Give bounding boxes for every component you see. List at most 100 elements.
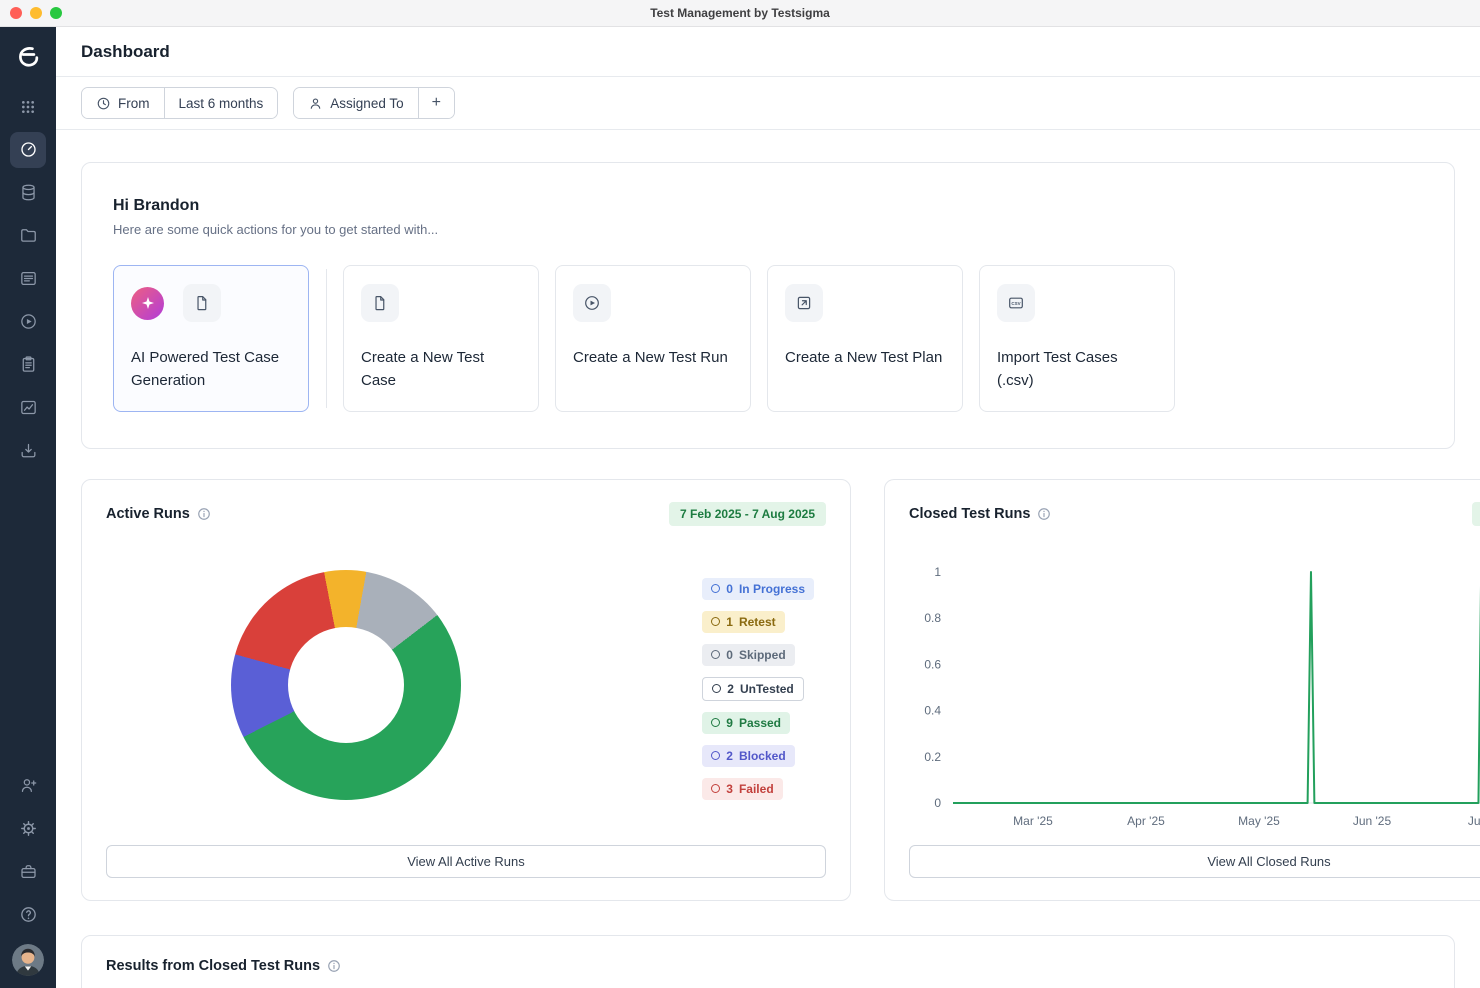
- testsigma-logo-icon[interactable]: [8, 37, 48, 77]
- closed-runs-header: Closed Test Runs 7 Feb 2025 - 7 Aug 2025: [909, 502, 1480, 526]
- legend-untested[interactable]: 2UnTested: [702, 677, 803, 701]
- legend-text: Skipped: [739, 648, 786, 662]
- legend-retest[interactable]: 1Retest: [702, 611, 784, 633]
- window-controls: [10, 7, 62, 19]
- info-icon[interactable]: [327, 959, 341, 973]
- legend-count: 0: [726, 648, 733, 662]
- closed-runs-panel: Closed Test Runs 7 Feb 2025 - 7 Aug 2025…: [884, 479, 1480, 901]
- svg-text:0.8: 0.8: [924, 611, 941, 625]
- sidebar-item-projects-folder[interactable]: [10, 218, 46, 254]
- legend-count: 1: [726, 615, 733, 629]
- active-runs-donut[interactable]: [231, 570, 461, 800]
- sidebar-item-test-plans[interactable]: [10, 347, 46, 383]
- add-filter-button[interactable]: +: [418, 88, 454, 118]
- legend-dot-icon: [711, 784, 720, 793]
- close-window-button[interactable]: [10, 7, 22, 19]
- minimize-window-button[interactable]: [30, 7, 42, 19]
- legend-passed[interactable]: 9 Passed: [702, 712, 790, 734]
- svg-text:0.6: 0.6: [924, 657, 941, 671]
- active-runs-title-text: Active Runs: [106, 506, 190, 522]
- plan-arrow-icon: [785, 284, 823, 322]
- assigned-filter-group: Assigned To +: [293, 87, 455, 119]
- view-all-closed-runs-button[interactable]: View All Closed Runs: [909, 845, 1480, 878]
- action-label: Create a New Test Run: [573, 346, 733, 369]
- action-create-test-case[interactable]: Create a New Test Case: [343, 265, 539, 412]
- toolbox-icon[interactable]: [10, 854, 46, 890]
- person-icon: [308, 96, 323, 111]
- greeting-subtitle: Here are some quick actions for you to g…: [113, 222, 1423, 237]
- legend-count: 9: [726, 716, 733, 730]
- action-create-test-plan[interactable]: Create a New Test Plan: [767, 265, 963, 412]
- charts-row: Active Runs 7 Feb 2025 - 7 Aug 2025 0In …: [81, 479, 1455, 901]
- sidebar-item-reports[interactable]: [10, 390, 46, 426]
- from-filter-button[interactable]: From: [82, 88, 164, 118]
- add-filter-label: +: [432, 94, 441, 112]
- document-icon: [361, 284, 399, 322]
- sidebar-item-import[interactable]: [10, 433, 46, 469]
- legend-skipped[interactable]: 0 Skipped: [702, 644, 794, 666]
- from-filter-label: From: [118, 96, 150, 111]
- sidebar-item-dashboard[interactable]: [10, 132, 46, 168]
- assigned-to-filter-button[interactable]: Assigned To: [294, 88, 417, 118]
- legend-dot-icon: [711, 650, 720, 659]
- info-icon[interactable]: [1037, 507, 1051, 521]
- titlebar: Test Management by Testsigma: [0, 0, 1480, 27]
- legend-dot-icon: [711, 751, 720, 760]
- legend-dot-icon: [711, 584, 720, 593]
- legend-count: 2: [726, 749, 733, 763]
- sidebar-item-test-runs[interactable]: [10, 304, 46, 340]
- results-panel: Results from Closed Test Runs: [81, 935, 1455, 988]
- legend-blocked[interactable]: 2Blocked: [702, 745, 794, 767]
- greeting-title: Hi Brandon: [113, 197, 1423, 215]
- svg-text:Jun '25: Jun '25: [1353, 814, 1392, 828]
- legend-failed[interactable]: 3Failed: [702, 778, 782, 800]
- action-icons: CSV: [997, 284, 1157, 322]
- svg-text:Jul '25: Jul '25: [1468, 814, 1480, 828]
- page-header: Dashboard: [56, 27, 1480, 77]
- action-import-test-cases[interactable]: CSV Import Test Cases (.csv): [979, 265, 1175, 412]
- zoom-window-button[interactable]: [50, 7, 62, 19]
- svg-text:0.2: 0.2: [924, 749, 941, 763]
- settings-gear-icon[interactable]: [10, 811, 46, 847]
- dashboard-content: Hi Brandon Here are some quick actions f…: [56, 130, 1480, 988]
- results-panel-title: Results from Closed Test Runs: [106, 958, 1430, 974]
- invite-user-icon[interactable]: [10, 768, 46, 804]
- main-area: Dashboard From Last 6 months Assigned To…: [56, 27, 1480, 988]
- legend-text: Passed: [739, 716, 781, 730]
- active-runs-date-range: 7 Feb 2025 - 7 Aug 2025: [669, 502, 826, 526]
- action-label: Import Test Cases (.csv): [997, 346, 1157, 393]
- welcome-card: Hi Brandon Here are some quick actions f…: [81, 162, 1455, 449]
- sidebar-item-test-cases[interactable]: [10, 261, 46, 297]
- action-create-test-run[interactable]: Create a New Test Run: [555, 265, 751, 412]
- closed-runs-title-text: Closed Test Runs: [909, 506, 1030, 522]
- sidebar-item-test-data[interactable]: [10, 175, 46, 211]
- help-icon[interactable]: [10, 897, 46, 933]
- legend-text: Failed: [739, 782, 774, 796]
- ai-sparkle-icon: [131, 287, 164, 320]
- action-icons: [131, 284, 291, 322]
- info-icon[interactable]: [197, 507, 211, 521]
- filter-bar: From Last 6 months Assigned To +: [56, 77, 1480, 130]
- legend-in-progress[interactable]: 0In Progress: [702, 578, 814, 600]
- apps-grid-icon[interactable]: [10, 89, 46, 125]
- legend-dot-icon: [711, 718, 720, 727]
- action-label: Create a New Test Case: [361, 346, 521, 393]
- date-range-dropdown[interactable]: Last 6 months: [164, 88, 278, 118]
- legend-dot-icon: [711, 617, 720, 626]
- svg-text:CSV: CSV: [1011, 301, 1020, 306]
- assigned-to-label: Assigned To: [330, 96, 403, 111]
- action-ai-test-case-generation[interactable]: AI Powered Test Case Generation: [113, 265, 309, 412]
- window-title: Test Management by Testsigma: [0, 6, 1480, 20]
- date-range-value: Last 6 months: [179, 96, 264, 111]
- profile-avatar[interactable]: [12, 944, 44, 976]
- page-title: Dashboard: [81, 42, 170, 62]
- play-circle-icon: [573, 284, 611, 322]
- results-panel-title-text: Results from Closed Test Runs: [106, 958, 320, 974]
- closed-runs-chart: 00.20.40.60.81Mar '25Apr '25May '25Jun '…: [909, 546, 1480, 832]
- svg-text:0: 0: [934, 796, 941, 810]
- svg-text:0.4: 0.4: [924, 703, 941, 717]
- legend-text: UnTested: [740, 682, 794, 696]
- active-runs-title: Active Runs: [106, 506, 211, 522]
- document-icon: [183, 284, 221, 322]
- view-all-active-runs-button[interactable]: View All Active Runs: [106, 845, 826, 878]
